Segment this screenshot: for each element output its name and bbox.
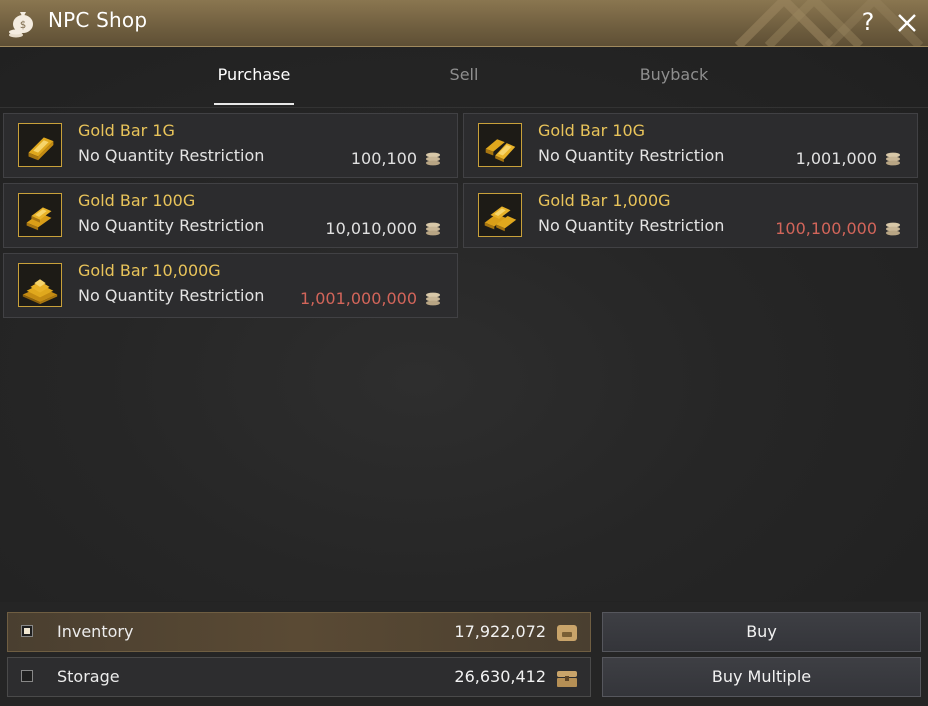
inventory-checkbox[interactable] bbox=[21, 625, 33, 637]
gold-bar-stack-icon bbox=[478, 193, 522, 237]
silver-coin-icon bbox=[426, 152, 440, 166]
item-restriction: No Quantity Restriction bbox=[538, 146, 725, 165]
item-restriction: No Quantity Restriction bbox=[538, 216, 725, 235]
gold-bar-icon bbox=[18, 123, 62, 167]
help-button[interactable]: ? bbox=[856, 6, 880, 38]
shop-item-gold-bar-100g[interactable]: Gold Bar 100G No Quantity Restriction 10… bbox=[3, 183, 458, 248]
item-restriction: No Quantity Restriction bbox=[78, 146, 265, 165]
tab-purchase[interactable]: Purchase bbox=[194, 65, 314, 84]
item-name: Gold Bar 100G bbox=[78, 191, 196, 210]
inventory-payment-option[interactable]: Inventory 17,922,072 bbox=[7, 612, 591, 652]
gold-bar-stack-icon bbox=[18, 193, 62, 237]
buy-multiple-button[interactable]: Buy Multiple bbox=[602, 657, 921, 697]
item-price: 100,100,000 bbox=[775, 219, 877, 238]
buy-button[interactable]: Buy bbox=[602, 612, 921, 652]
tab-buyback[interactable]: Buyback bbox=[614, 65, 734, 84]
storage-payment-option[interactable]: Storage 26,630,412 bbox=[7, 657, 591, 697]
item-price: 1,001,000,000 bbox=[299, 289, 417, 308]
item-name: Gold Bar 10,000G bbox=[78, 261, 221, 280]
money-bag-icon: $ bbox=[9, 12, 33, 38]
item-name: Gold Bar 10G bbox=[538, 121, 646, 140]
svg-text:$: $ bbox=[20, 20, 26, 31]
inventory-label: Inventory bbox=[57, 622, 134, 641]
item-restriction: No Quantity Restriction bbox=[78, 216, 265, 235]
silver-coin-icon bbox=[426, 292, 440, 306]
shop-item-gold-bar-10g[interactable]: Gold Bar 10G No Quantity Restriction 1,0… bbox=[463, 113, 918, 178]
silver-coin-icon bbox=[886, 152, 900, 166]
item-name: Gold Bar 1,000G bbox=[538, 191, 671, 210]
storage-amount: 26,630,412 bbox=[454, 667, 546, 686]
inventory-bag-icon bbox=[557, 625, 577, 641]
storage-chest-icon bbox=[557, 671, 577, 687]
shop-footer: Inventory 17,922,072 Storage 26,630,412 … bbox=[0, 602, 928, 706]
shop-content: Purchase Sell Buyback Gold Bar 1G No Qua… bbox=[0, 47, 928, 601]
gold-bar-icon bbox=[478, 123, 522, 167]
silver-coin-icon bbox=[426, 222, 440, 236]
silver-coin-icon bbox=[886, 222, 900, 236]
shop-item-gold-bar-1000g[interactable]: Gold Bar 1,000G No Quantity Restriction … bbox=[463, 183, 918, 248]
shop-item-gold-bar-1g[interactable]: Gold Bar 1G No Quantity Restriction 100,… bbox=[3, 113, 458, 178]
window-title: NPC Shop bbox=[48, 8, 148, 32]
title-bar: $ NPC Shop ? bbox=[0, 0, 928, 47]
item-name: Gold Bar 1G bbox=[78, 121, 175, 140]
item-price: 1,001,000 bbox=[795, 149, 877, 168]
item-restriction: No Quantity Restriction bbox=[78, 286, 265, 305]
storage-checkbox[interactable] bbox=[21, 670, 33, 682]
item-price: 10,010,000 bbox=[325, 219, 417, 238]
storage-label: Storage bbox=[57, 667, 120, 686]
inventory-amount: 17,922,072 bbox=[454, 622, 546, 641]
item-price: 100,100 bbox=[350, 149, 417, 168]
tab-bar: Purchase Sell Buyback bbox=[0, 47, 928, 108]
tab-sell[interactable]: Sell bbox=[404, 65, 524, 84]
close-icon[interactable] bbox=[894, 10, 920, 36]
gold-bar-pile-icon bbox=[18, 263, 62, 307]
active-tab-indicator bbox=[214, 103, 294, 105]
shop-item-gold-bar-10000g[interactable]: Gold Bar 10,000G No Quantity Restriction… bbox=[3, 253, 458, 318]
